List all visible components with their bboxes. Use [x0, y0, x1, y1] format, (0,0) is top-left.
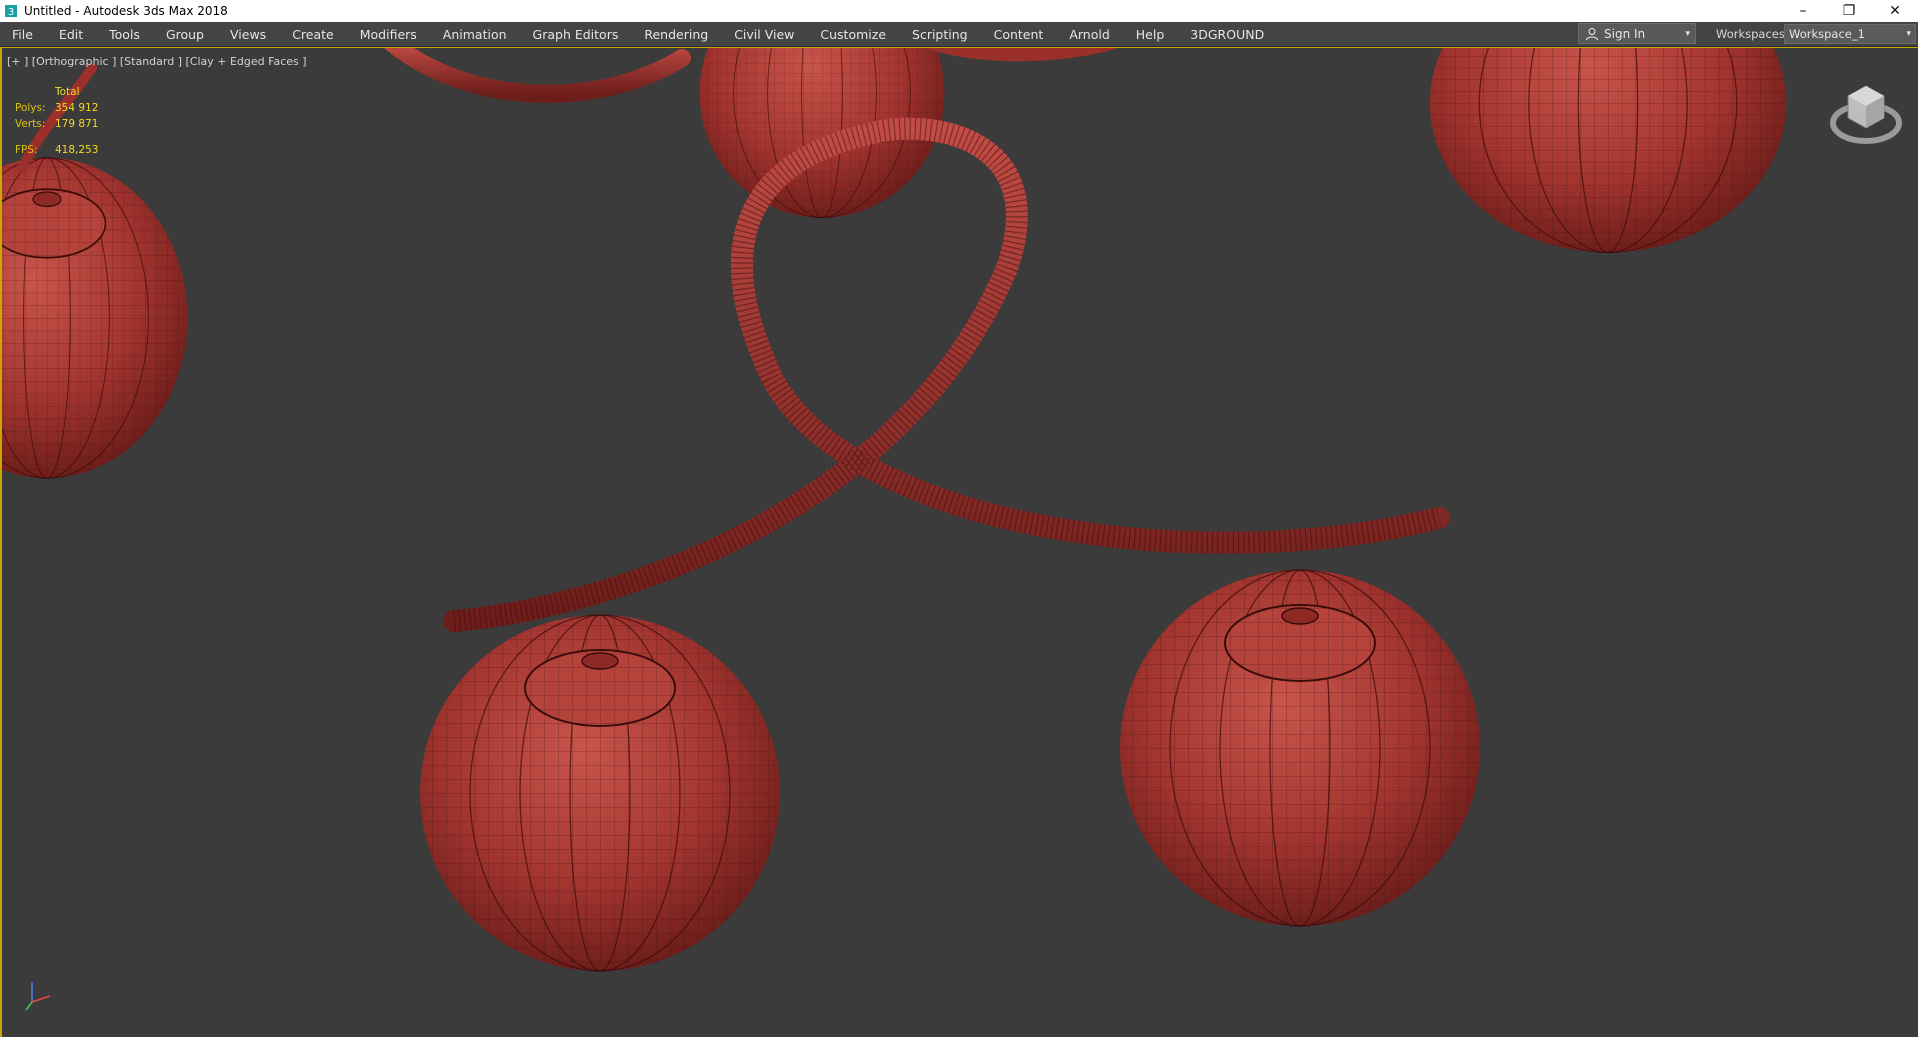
menu-content[interactable]: Content	[981, 22, 1057, 46]
workspace-value: Workspace_1	[1789, 27, 1865, 41]
menu-graph-editors[interactable]: Graph Editors	[520, 22, 632, 46]
close-button[interactable]: ✕	[1872, 0, 1918, 22]
minimize-button[interactable]: –	[1780, 0, 1826, 22]
menu-scripting[interactable]: Scripting	[899, 22, 981, 46]
menu-customize[interactable]: Customize	[807, 22, 899, 46]
viewport-label-menu[interactable]: [+ ] [Orthographic ] [Standard ] [Clay +…	[7, 55, 307, 68]
viewcube-icon[interactable]	[1828, 78, 1904, 148]
menu-arnold[interactable]: Arnold	[1056, 22, 1122, 46]
window-controls: – ❐ ✕	[1780, 0, 1918, 22]
svg-text:3: 3	[8, 7, 14, 18]
chevron-down-icon: ▾	[1685, 28, 1690, 39]
title-bar: 3 Untitled - Autodesk 3ds Max 2018 – ❐ ✕	[0, 0, 1918, 22]
menu-views[interactable]: Views	[217, 22, 279, 46]
menu-create[interactable]: Create	[279, 22, 347, 46]
menu-group[interactable]: Group	[153, 22, 217, 46]
sign-in-label: Sign In	[1604, 26, 1646, 41]
window-title: Untitled - Autodesk 3ds Max 2018	[24, 4, 228, 18]
fps-label: FPS:	[15, 144, 38, 156]
scene-render	[2, 48, 1788, 972]
sign-in-button[interactable]: Sign In ▾	[1578, 23, 1696, 44]
scene-statistics: Total Polys: 354 912 Verts: 179 871 FPS: 41…	[15, 84, 98, 158]
fps-value: 418,253	[55, 144, 99, 156]
axis-tripod-icon	[25, 982, 51, 1011]
user-icon	[1585, 27, 1599, 40]
verts-value: 179 871	[55, 118, 99, 130]
polys-value: 354 912	[55, 102, 99, 114]
menu-tools[interactable]: Tools	[96, 22, 153, 46]
menu-edit[interactable]: Edit	[46, 22, 96, 46]
3dsmax-app-icon: 3	[5, 5, 17, 18]
stats-header: Total	[55, 86, 80, 98]
menu-3dground[interactable]: 3DGROUND	[1177, 22, 1277, 46]
workspace-dropdown[interactable]: Workspace_1 ▾	[1784, 24, 1916, 44]
menu-animation[interactable]: Animation	[430, 22, 520, 46]
menu-file[interactable]: File	[0, 22, 46, 46]
menu-modifiers[interactable]: Modifiers	[347, 22, 430, 46]
chevron-down-icon: ▾	[1906, 29, 1911, 39]
workspaces-label: Workspaces:	[1716, 27, 1789, 41]
orthographic-viewport[interactable]: [+ ] [Orthographic ] [Standard ] [Clay +…	[0, 47, 1918, 1037]
polys-label: Polys:	[15, 102, 46, 114]
menu-rendering[interactable]: Rendering	[631, 22, 721, 46]
verts-label: Verts:	[15, 118, 46, 130]
menu-help[interactable]: Help	[1123, 22, 1178, 46]
menu-civil-view[interactable]: Civil View	[721, 22, 807, 46]
restore-button[interactable]: ❐	[1826, 0, 1872, 22]
